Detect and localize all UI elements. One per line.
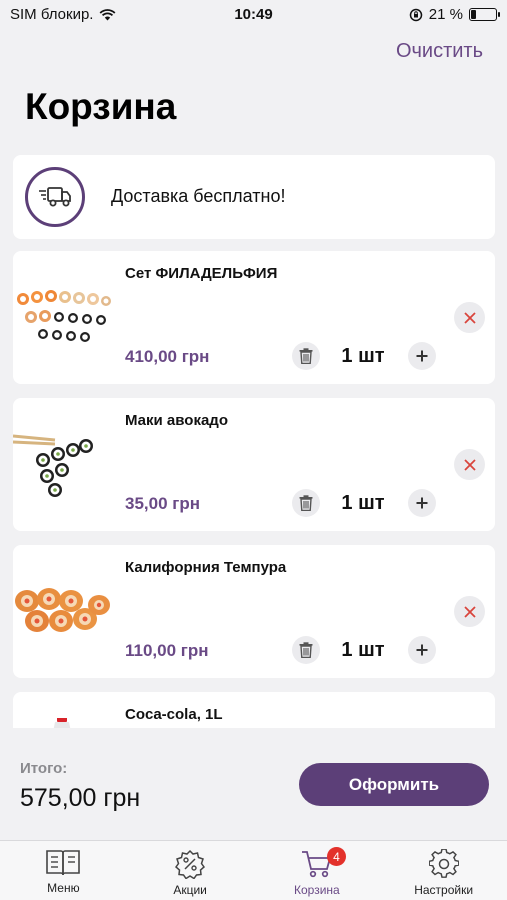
remove-item-button[interactable]	[454, 302, 485, 333]
plus-icon	[416, 350, 428, 362]
maki-avocado-image	[13, 434, 93, 497]
remove-item-button[interactable]	[454, 596, 485, 627]
status-right: 21 %	[409, 6, 500, 23]
increase-quantity-button[interactable]	[408, 342, 436, 370]
delete-item-button[interactable]	[292, 342, 320, 370]
item-quantity: 1 шт	[341, 345, 385, 367]
delivery-text: Доставка бесплатно!	[111, 186, 286, 206]
plus-icon	[416, 644, 428, 656]
total-value: 575,00 грн	[20, 784, 141, 812]
status-bar: SIM блокир. 10:49 21 %	[0, 0, 507, 30]
increase-quantity-button[interactable]	[408, 636, 436, 664]
tab-cart-label: Корзина	[294, 883, 340, 897]
plus-icon	[416, 497, 428, 509]
checkout-button[interactable]: Оформить	[299, 763, 489, 806]
page-title: Корзина	[25, 86, 177, 127]
cart-item[interactable]: Маки авокадо 35,00 грн 1 шт	[13, 398, 495, 531]
clear-cart-button[interactable]: Очистить	[396, 40, 483, 63]
item-quantity: 1 шт	[341, 492, 385, 514]
trash-icon	[299, 642, 313, 658]
tab-cart[interactable]: 4 Корзина	[254, 841, 381, 900]
order-summary: Итого: 575,00 грн Оформить	[0, 728, 507, 840]
item-price: 410,00 грн	[125, 347, 210, 366]
item-quantity: 1 шт	[341, 639, 385, 661]
item-name: Калифорния Темпура	[125, 559, 287, 576]
tab-menu[interactable]: Меню	[0, 841, 127, 900]
item-price: 110,00 грн	[125, 641, 209, 660]
item-name: Coca-cola, 1L	[125, 706, 223, 723]
battery-icon	[469, 8, 500, 21]
tab-menu-label: Меню	[47, 881, 80, 895]
california-tempura-image	[15, 588, 110, 632]
delete-item-button[interactable]	[292, 636, 320, 664]
close-icon	[463, 605, 476, 618]
trash-icon	[299, 495, 313, 511]
delivery-banner: Доставка бесплатно!	[13, 155, 495, 239]
remove-item-button[interactable]	[454, 449, 485, 480]
item-name: Маки авокадо	[125, 412, 228, 429]
close-icon	[463, 458, 476, 471]
battery-percent: 21 %	[428, 6, 463, 23]
item-price: 35,00 грн	[125, 494, 200, 513]
total-label: Итого:	[20, 760, 68, 777]
menu-book-icon	[46, 850, 81, 876]
sushi-set-image	[17, 290, 111, 342]
cola-bottle-image	[53, 718, 71, 728]
cart-item[interactable]: Coca-cola, 1L	[13, 692, 495, 728]
tab-settings[interactable]: Настройки	[380, 841, 507, 900]
cart-count-badge: 4	[327, 847, 346, 866]
delete-item-button[interactable]	[292, 489, 320, 517]
tab-settings-label: Настройки	[414, 883, 474, 897]
settings-gear-icon	[428, 849, 459, 878]
orientation-lock-icon	[409, 8, 423, 21]
trash-icon	[299, 348, 313, 364]
cart-item[interactable]: Калифорния Темпура 110,00 грн 1 шт	[13, 545, 495, 678]
item-name: Сет ФИЛАДЕЛЬФИЯ	[125, 265, 278, 282]
increase-quantity-button[interactable]	[408, 489, 436, 517]
delivery-truck-badge	[25, 167, 85, 227]
tab-promotions-label: Акции	[173, 883, 207, 897]
discount-gear-icon	[175, 849, 206, 879]
tab-promotions[interactable]: Акции	[127, 841, 254, 900]
truck-icon	[39, 187, 71, 207]
cart-list[interactable]: Доставка бесплатно! Сет ФИЛАДЕЛЬФИЯ 410,…	[13, 155, 495, 728]
close-icon	[463, 311, 476, 324]
tab-bar: Меню Акции 4 Корзина Настройки	[0, 840, 507, 900]
cart-item[interactable]: Сет ФИЛАДЕЛЬФИЯ 410,00 грн 1 шт	[13, 251, 495, 384]
